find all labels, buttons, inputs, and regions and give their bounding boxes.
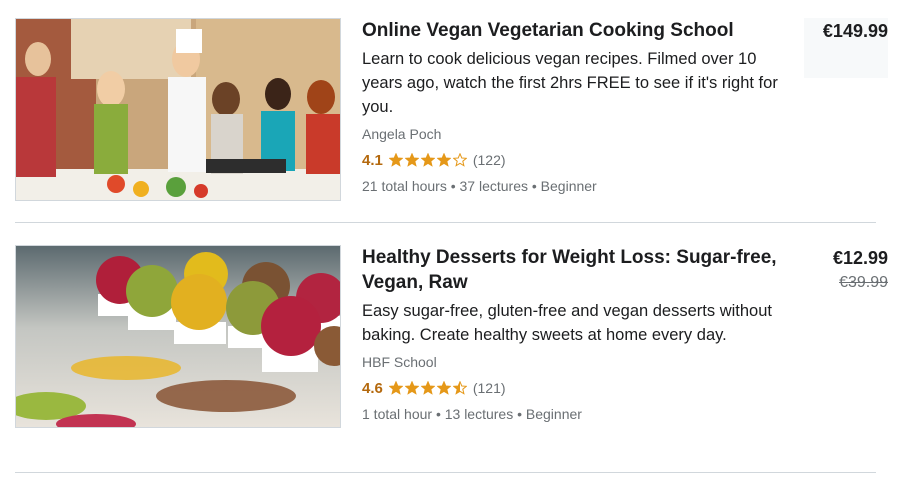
course-thumbnail-desserts[interactable] <box>15 245 341 428</box>
star-filled-icon <box>436 381 451 395</box>
course-meta: 21 total hours • 37 lectures • Beginner <box>362 178 597 194</box>
course-meta: 1 total hour • 13 lectures • Beginner <box>362 406 582 422</box>
star-filled-icon <box>420 381 435 395</box>
course-description: Learn to cook delicious vegan recipes. F… <box>362 50 778 116</box>
course-card[interactable]: Online Vegan Vegetarian Cooking School L… <box>15 18 888 223</box>
review-count: (122) <box>472 152 506 168</box>
course-card[interactable]: Healthy Desserts for Weight Loss: Sugar-… <box>15 245 888 473</box>
course-thumbnail-cooking[interactable] <box>15 18 341 201</box>
course-rating: 4.6 (121) <box>362 377 782 399</box>
star-empty-icon <box>452 153 467 167</box>
current-price: €149.99 <box>822 21 888 41</box>
cooking-class-image <box>16 19 340 200</box>
review-count: (121) <box>472 380 506 396</box>
star-filled-icon <box>388 153 403 167</box>
course-rating: 4.1 (122) <box>362 149 782 171</box>
course-instructor: Angela Poch <box>362 126 442 142</box>
course-title[interactable]: Online Vegan Vegetarian Cooking School <box>362 18 782 43</box>
desserts-image <box>16 246 340 427</box>
star-filled-icon <box>388 381 403 395</box>
original-price: €39.99 <box>839 274 888 291</box>
star-filled-icon <box>436 153 451 167</box>
rating-value: 4.6 <box>362 379 383 397</box>
current-price: €12.99 <box>832 248 888 268</box>
course-description: Easy sugar-free, gluten-free and vegan d… <box>362 302 772 344</box>
star-half-icon <box>452 381 467 395</box>
course-title[interactable]: Healthy Desserts for Weight Loss: Sugar-… <box>362 245 782 295</box>
star-filled-icon <box>420 153 435 167</box>
price-box: €12.99 €39.99 <box>804 245 888 292</box>
course-instructor: HBF School <box>362 354 437 370</box>
rating-value: 4.1 <box>362 151 383 169</box>
star-filled-icon <box>404 381 419 395</box>
price-box: €149.99 <box>804 18 888 78</box>
rating-stars <box>388 153 467 167</box>
rating-stars <box>388 381 467 395</box>
star-filled-icon <box>404 153 419 167</box>
